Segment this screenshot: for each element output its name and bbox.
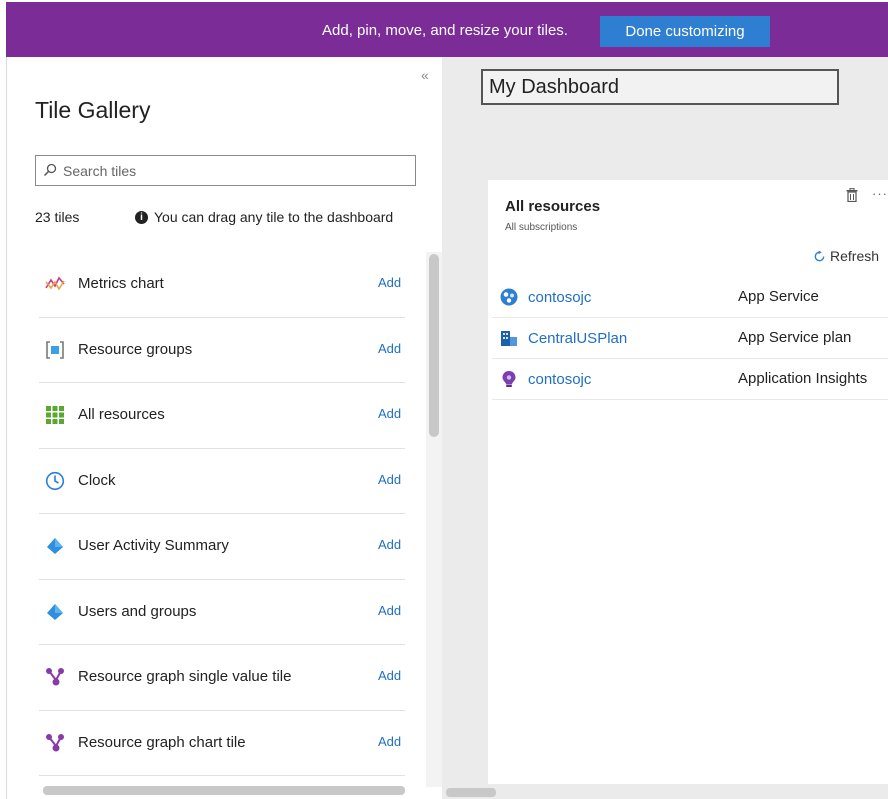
tile-item-resource-groups[interactable]: Resource groups Add — [39, 318, 405, 383]
tile-item-metrics-chart[interactable]: Metrics chart Add — [39, 252, 405, 318]
refresh-icon — [814, 249, 825, 261]
tile-item-label: All resources — [78, 406, 165, 423]
add-link[interactable]: Add — [378, 668, 401, 683]
horizontal-scrollbar-thumb[interactable] — [43, 786, 405, 795]
app-service-plan-icon — [501, 331, 517, 346]
tile-item-label: Metrics chart — [78, 275, 164, 292]
tile-title: All resources — [505, 198, 601, 215]
tile-gallery-panel: « Tile Gallery Search tiles 23 tiles i Y… — [6, 57, 442, 799]
all-resources-tile[interactable]: All resources All subscriptions ··· Refr… — [488, 180, 888, 784]
tile-item-resource-graph-chart[interactable]: Resource graph chart tile Add — [39, 711, 405, 776]
dashboard-canvas: My Dashboard All resources All subscript… — [442, 57, 888, 799]
resource-name-link[interactable]: contosojc — [528, 371, 591, 388]
all-resources-icon — [46, 406, 64, 424]
add-link[interactable]: Add — [378, 341, 401, 356]
add-link[interactable]: Add — [378, 406, 401, 421]
app-service-icon — [500, 288, 518, 306]
users-groups-icon — [47, 603, 63, 620]
refresh-button[interactable]: Refresh — [813, 248, 879, 264]
tile-item-users-and-groups[interactable]: Users and groups Add — [39, 580, 405, 645]
tile-item-resource-graph-single-value[interactable]: Resource graph single value tile Add — [39, 645, 405, 711]
resource-row[interactable]: contosojc Application Insights — [492, 359, 888, 400]
info-icon: i — [135, 210, 148, 224]
tile-item-clock[interactable]: Clock Add — [39, 449, 405, 514]
add-link[interactable]: Add — [378, 472, 401, 487]
resource-graph-icon — [46, 733, 64, 751]
collapse-panel-icon[interactable]: « — [421, 67, 429, 83]
add-link[interactable]: Add — [378, 537, 401, 552]
resource-name-link[interactable]: contosojc — [528, 289, 591, 306]
resource-row[interactable]: contosojc App Service — [492, 277, 888, 318]
canvas-horizontal-scrollbar-thumb[interactable] — [446, 788, 496, 797]
user-activity-icon — [47, 538, 63, 554]
search-placeholder: Search tiles — [63, 163, 137, 179]
resource-name-link[interactable]: CentralUSPlan — [528, 330, 627, 347]
clock-icon — [45, 471, 65, 490]
more-options-icon[interactable]: ··· — [872, 186, 888, 201]
tile-item-label: Resource graph single value tile — [78, 668, 292, 685]
add-link[interactable]: Add — [378, 734, 401, 749]
tile-item-label: Users and groups — [78, 602, 197, 620]
resource-row[interactable]: CentralUSPlan App Service plan — [492, 318, 888, 359]
add-link[interactable]: Add — [378, 275, 401, 290]
tile-list: Metrics chart Add Resource groups Add Al… — [39, 252, 405, 776]
banner-text: Add, pin, move, and resize your tiles. — [322, 22, 568, 39]
dashboard-title-input[interactable]: My Dashboard — [481, 69, 839, 105]
delete-tile-icon[interactable] — [846, 188, 858, 202]
drag-hint-text: You can drag any tile to the dashboard — [154, 209, 394, 225]
tile-item-label: Resource groups — [78, 340, 193, 358]
search-icon — [43, 163, 57, 177]
resource-type: App Service — [738, 288, 819, 305]
resource-type: App Service plan — [738, 329, 852, 346]
tile-item-user-activity-summary[interactable]: User Activity Summary Add — [39, 514, 405, 580]
done-customizing-button[interactable]: Done customizing — [600, 16, 770, 47]
tile-count: 23 tiles — [35, 209, 80, 225]
resource-graph-icon — [46, 668, 64, 686]
drag-hint: i You can drag any tile to the dashboard — [135, 209, 393, 225]
app-insights-icon — [502, 371, 516, 387]
tile-subtitle: All subscriptions — [505, 222, 578, 233]
add-link[interactable]: Add — [378, 603, 401, 618]
vertical-scrollbar-thumb[interactable] — [429, 254, 439, 437]
tile-item-label: Resource graph chart tile — [78, 733, 246, 751]
tile-item-label: Clock — [78, 471, 116, 489]
customize-banner: Add, pin, move, and resize your tiles. D… — [6, 2, 888, 57]
resource-groups-icon — [46, 340, 64, 359]
tile-item-all-resources[interactable]: All resources Add — [39, 383, 405, 449]
refresh-label: Refresh — [830, 248, 880, 264]
search-tiles-input[interactable]: Search tiles — [35, 155, 416, 186]
metrics-chart-icon — [45, 276, 65, 291]
resource-type: Application Insights — [738, 370, 868, 387]
gallery-title: Tile Gallery — [35, 97, 151, 123]
tile-item-label: User Activity Summary — [78, 537, 229, 554]
